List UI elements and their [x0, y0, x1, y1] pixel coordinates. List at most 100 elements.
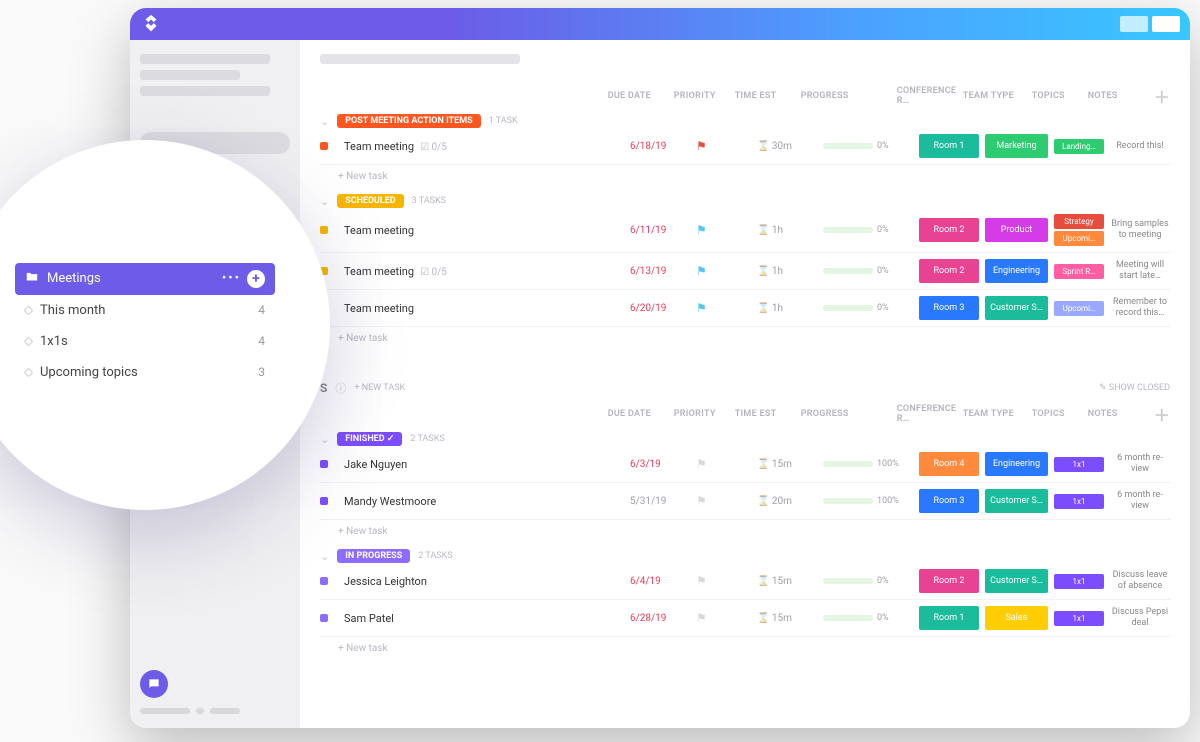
new-task-button[interactable]: + New task	[320, 520, 1170, 543]
note-text[interactable]: 6 month re-view	[1110, 453, 1170, 475]
room-chip[interactable]: Room 1	[919, 606, 979, 630]
more-icon[interactable]: •••	[222, 271, 241, 286]
room-chip[interactable]: Room 2	[919, 218, 979, 242]
topic-chip[interactable]: Upcomi…	[1054, 301, 1104, 316]
task-row[interactable]: Team meeting☑ 0/5 6/18/19 ⚑ ⌛ 30m 0% Roo…	[320, 128, 1170, 165]
task-title[interactable]: Mandy Westmoore	[344, 495, 624, 508]
progress-bar[interactable]: 0%	[823, 576, 913, 586]
sidebar-list-item[interactable]: Upcoming topics 3	[15, 357, 275, 388]
task-title[interactable]: Sam Patel	[344, 612, 624, 625]
room-chip[interactable]: Room 3	[919, 489, 979, 513]
add-column-icon[interactable]: ＋	[1154, 402, 1170, 426]
window-button[interactable]	[1152, 16, 1180, 32]
task-title[interactable]: Jake Nguyen	[344, 458, 624, 471]
task-title[interactable]: Jessica Leighton	[344, 575, 624, 588]
task-row[interactable]: Jessica Leighton 6/4/19 ⚑ ⌛ 15m 0% Room …	[320, 563, 1170, 600]
note-text[interactable]: Discuss leave of absence	[1110, 570, 1170, 592]
priority-flag-icon[interactable]: ⚑	[696, 574, 751, 588]
due-date[interactable]: 6/3/19	[630, 459, 690, 470]
status-header[interactable]: ⌄ SCHEDULED 3 TASKS	[320, 194, 1170, 208]
note-text[interactable]: Remember to record this…	[1110, 297, 1170, 319]
task-row[interactable]: Team meeting 6/11/19 ⚑ ⌛ 1h 0% Room 2 Pr…	[320, 208, 1170, 253]
topic-chip[interactable]: 1x1	[1054, 457, 1104, 472]
due-date[interactable]: 6/18/19	[630, 141, 690, 152]
status-header[interactable]: ⌄ IN PROGRESS 2 TASKS	[320, 549, 1170, 563]
team-chip[interactable]: Product	[985, 218, 1048, 242]
due-date[interactable]: 6/4/19	[630, 576, 690, 587]
task-title[interactable]: Team meeting	[344, 224, 624, 237]
sidebar-list-item[interactable]: 1x1s 4	[15, 326, 275, 357]
priority-flag-icon[interactable]: ⚑	[696, 139, 751, 153]
new-task-button[interactable]: + New task	[320, 327, 1170, 350]
add-column-icon[interactable]: ＋	[1154, 84, 1170, 108]
task-title[interactable]: Team meeting☑ 0/5	[344, 140, 624, 153]
progress-bar[interactable]: 0%	[823, 225, 913, 235]
progress-bar[interactable]: 0%	[823, 141, 913, 151]
new-task-button[interactable]: + New task	[320, 165, 1170, 188]
room-chip[interactable]: Room 3	[919, 296, 979, 320]
progress-bar[interactable]: 0%	[823, 303, 913, 313]
time-estimate[interactable]: ⌛ 15m	[757, 613, 817, 624]
task-title[interactable]: Team meeting	[344, 302, 624, 315]
priority-flag-icon[interactable]: ⚑	[696, 264, 751, 278]
chevron-down-icon[interactable]: ⌄	[320, 195, 329, 208]
status-header[interactable]: ⌄ POST MEETING ACTION ITEMS 1 TASK	[320, 114, 1170, 128]
room-chip[interactable]: Room 2	[919, 259, 979, 283]
task-row[interactable]: Mandy Westmoore 5/31/19 ⚑ ⌛ 20m 100% Roo…	[320, 483, 1170, 520]
room-chip[interactable]: Room 2	[919, 569, 979, 593]
topic-chip[interactable]: Landing…	[1054, 139, 1104, 154]
priority-flag-icon[interactable]: ⚑	[696, 494, 751, 508]
progress-bar[interactable]: 0%	[823, 613, 913, 623]
task-row[interactable]: Team meeting☑ 0/5 6/13/19 ⚑ ⌛ 1h 0% Room…	[320, 253, 1170, 290]
due-date[interactable]: 6/13/19	[630, 266, 690, 277]
note-text[interactable]: 6 month re-view	[1110, 490, 1170, 512]
add-icon[interactable]: +	[247, 270, 265, 288]
window-button[interactable]	[1120, 16, 1148, 32]
progress-bar[interactable]: 100%	[823, 496, 913, 506]
team-chip[interactable]: Marketing	[985, 134, 1048, 158]
progress-bar[interactable]: 100%	[823, 459, 913, 469]
sidebar-list-item[interactable]: This month 4	[15, 295, 275, 326]
team-chip[interactable]: Sales	[985, 606, 1048, 630]
new-task-button[interactable]: + NEW TASK	[354, 383, 405, 393]
priority-flag-icon[interactable]: ⚑	[696, 301, 751, 315]
progress-bar[interactable]: 0%	[823, 266, 913, 276]
time-estimate[interactable]: ⌛ 1h	[757, 225, 817, 236]
note-text[interactable]: Discuss Pepsi deal	[1110, 607, 1170, 629]
topic-chip[interactable]: 1x1	[1054, 574, 1104, 589]
note-text[interactable]: Bring samples to meeting	[1110, 219, 1170, 241]
topic-chip[interactable]: 1x1	[1054, 611, 1104, 626]
due-date[interactable]: 5/31/19	[630, 496, 690, 507]
priority-flag-icon[interactable]: ⚑	[696, 457, 751, 471]
task-row[interactable]: Team meeting 6/20/19 ⚑ ⌛ 1h 0% Room 3 Cu…	[320, 290, 1170, 327]
topic-chip[interactable]: Sprint R…	[1054, 264, 1104, 279]
team-chip[interactable]: Customer S…	[985, 569, 1048, 593]
new-task-button[interactable]: + New task	[320, 637, 1170, 660]
priority-flag-icon[interactable]: ⚑	[696, 223, 751, 237]
team-chip[interactable]: Customer S…	[985, 296, 1048, 320]
status-header[interactable]: ⌄ FINISHED ✓ 2 TASKS	[320, 432, 1170, 446]
team-chip[interactable]: Customer S…	[985, 489, 1048, 513]
room-chip[interactable]: Room 4	[919, 452, 979, 476]
time-estimate[interactable]: ⌛ 15m	[757, 459, 817, 470]
note-text[interactable]: Record this!	[1110, 141, 1170, 152]
chevron-down-icon[interactable]: ⌄	[320, 550, 329, 563]
time-estimate[interactable]: ⌛ 1h	[757, 266, 817, 277]
time-estimate[interactable]: ⌛ 30m	[757, 141, 817, 152]
topic-chip[interactable]: Strategy	[1054, 214, 1104, 229]
priority-flag-icon[interactable]: ⚑	[696, 611, 751, 625]
task-row[interactable]: Jake Nguyen 6/3/19 ⚑ ⌛ 15m 100% Room 4 E…	[320, 446, 1170, 483]
task-title[interactable]: Team meeting☑ 0/5	[344, 265, 624, 278]
chevron-down-icon[interactable]: ⌄	[320, 433, 329, 446]
due-date[interactable]: 6/28/19	[630, 613, 690, 624]
note-text[interactable]: Meeting will start late…	[1110, 260, 1170, 282]
folder-item[interactable]: Meetings ••• +	[15, 263, 275, 295]
topic-chip[interactable]: 1x1	[1054, 494, 1104, 509]
info-icon[interactable]: ⓘ	[335, 380, 346, 396]
team-chip[interactable]: Engineering	[985, 259, 1048, 283]
due-date[interactable]: 6/11/19	[630, 225, 690, 236]
time-estimate[interactable]: ⌛ 20m	[757, 496, 817, 507]
due-date[interactable]: 6/20/19	[630, 303, 690, 314]
team-chip[interactable]: Engineering	[985, 452, 1048, 476]
time-estimate[interactable]: ⌛ 15m	[757, 576, 817, 587]
